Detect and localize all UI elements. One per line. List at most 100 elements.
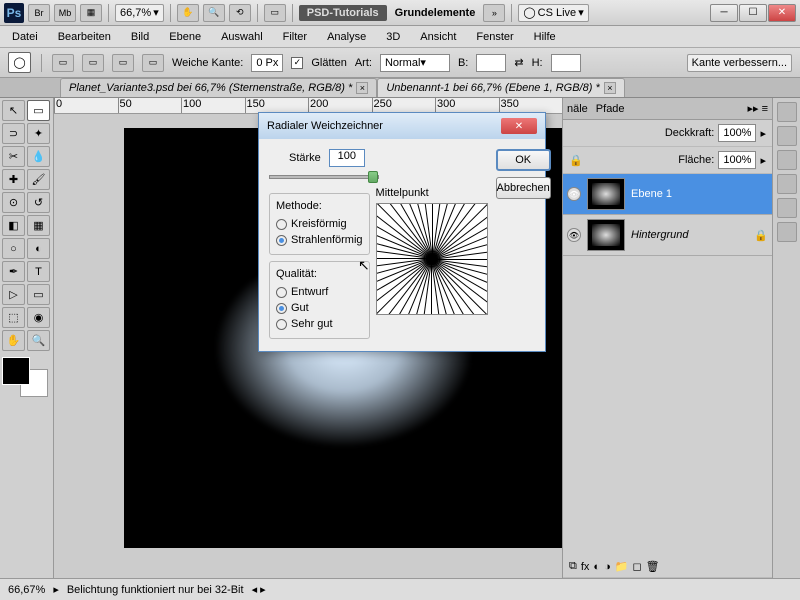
swap-icon[interactable]: ⇄ xyxy=(514,56,523,69)
pen-tool[interactable]: ✒ xyxy=(2,261,25,282)
cancel-button[interactable]: Abbrechen xyxy=(496,177,551,199)
psd-tutorials-tag[interactable]: PSD-Tutorials xyxy=(299,5,387,21)
zoom-button[interactable]: 🔍 xyxy=(203,4,225,22)
tool-preset[interactable]: ◯ xyxy=(8,52,31,73)
panel-menu-icon[interactable]: ▸▸ ≡ xyxy=(747,102,768,115)
maximize-button[interactable]: ☐ xyxy=(739,4,767,22)
color-swatches[interactable] xyxy=(2,357,48,397)
fill-input[interactable]: 100% xyxy=(718,151,756,169)
width-input[interactable] xyxy=(476,54,506,72)
zoom-dropdown[interactable]: 66,7%▾ xyxy=(115,4,164,22)
menu-fenster[interactable]: Fenster xyxy=(472,29,517,45)
menu-ebene[interactable]: Ebene xyxy=(165,29,205,45)
menu-bild[interactable]: Bild xyxy=(127,29,153,45)
eraser-tool[interactable]: ◧ xyxy=(2,215,25,236)
workspace-label[interactable]: Grundelemente xyxy=(391,5,480,21)
style-dropdown[interactable]: Normal ▾ xyxy=(380,54,450,72)
stamp-tool[interactable]: ⊙ xyxy=(2,192,25,213)
document-tab-1[interactable]: Planet_Variante3.psd bei 66,7% (Sternens… xyxy=(60,78,377,97)
radio-zoom[interactable]: Strahlenförmig xyxy=(276,232,363,248)
panel-icon[interactable] xyxy=(777,174,797,194)
hand-tool[interactable]: ✋ xyxy=(2,330,25,351)
healing-tool[interactable]: ✚ xyxy=(2,169,25,190)
dialog-titlebar[interactable]: Radialer Weichzeichner ✕ xyxy=(259,113,545,139)
panel-icon[interactable] xyxy=(777,222,797,242)
fx-icon[interactable]: fx xyxy=(581,561,590,573)
workspace-more[interactable]: » xyxy=(483,4,505,22)
panel-icon[interactable] xyxy=(777,198,797,218)
panel-icon[interactable] xyxy=(777,126,797,146)
tab-close-icon[interactable]: × xyxy=(356,82,368,94)
amount-slider[interactable] xyxy=(269,175,379,179)
tab-close-icon[interactable]: × xyxy=(604,82,616,94)
menu-filter[interactable]: Filter xyxy=(279,29,311,45)
marquee-sub[interactable]: ▭ xyxy=(112,54,134,72)
marquee-tool[interactable]: ▭ xyxy=(27,100,50,121)
close-button[interactable]: ✕ xyxy=(768,4,796,22)
panel-tab-paths[interactable]: Pfade xyxy=(596,103,625,115)
gradient-tool[interactable]: ▦ xyxy=(27,215,50,236)
menu-ansicht[interactable]: Ansicht xyxy=(416,29,460,45)
camera-tool[interactable]: ◉ xyxy=(27,307,50,328)
ok-button[interactable]: OK xyxy=(496,149,551,171)
menu-bearbeiten[interactable]: Bearbeiten xyxy=(54,29,115,45)
panel-tab-channels[interactable]: näle xyxy=(567,103,588,115)
menu-analyse[interactable]: Analyse xyxy=(323,29,370,45)
shape-tool[interactable]: ▭ xyxy=(27,284,50,305)
zoom-tool[interactable]: 🔍 xyxy=(27,330,50,351)
layer-row[interactable]: 👁 Hintergrund 🔒 xyxy=(563,215,772,256)
new-layer-icon[interactable]: ◻ xyxy=(632,560,641,573)
crop-tool[interactable]: ✂ xyxy=(2,146,25,167)
layer-name[interactable]: Hintergrund xyxy=(631,229,688,241)
history-brush-tool[interactable]: ↺ xyxy=(27,192,50,213)
menu-datei[interactable]: Datei xyxy=(8,29,42,45)
status-zoom[interactable]: 66,67% xyxy=(8,584,45,596)
dodge-tool[interactable]: ◐ xyxy=(27,238,50,259)
visibility-icon[interactable]: 👁 xyxy=(567,187,581,201)
menu-hilfe[interactable]: Hilfe xyxy=(530,29,560,45)
blur-tool[interactable]: ○ xyxy=(2,238,25,259)
antialias-checkbox[interactable]: ✓ xyxy=(291,57,303,69)
document-tab-2[interactable]: Unbenannt-1 bei 66,7% (Ebene 1, RGB/8) *… xyxy=(377,78,624,97)
hand-button[interactable]: ✋ xyxy=(177,4,199,22)
link-icon[interactable]: ⧉ xyxy=(569,560,577,573)
opacity-input[interactable]: 100% xyxy=(718,124,756,142)
marquee-rect[interactable]: ▭ xyxy=(52,54,74,72)
brush-tool[interactable]: 🖌 xyxy=(27,169,50,190)
panel-icon[interactable] xyxy=(777,102,797,122)
lock-icon[interactable]: 🔒 xyxy=(569,154,583,167)
dialog-close-button[interactable]: ✕ xyxy=(501,118,537,134)
3d-tool[interactable]: ⬚ xyxy=(2,307,25,328)
rotate-button[interactable]: ⟲ xyxy=(229,4,251,22)
type-tool[interactable]: T xyxy=(27,261,50,282)
mask-icon[interactable]: ◐ xyxy=(593,561,600,573)
cslive-button[interactable]: ◯ CS Live ▾ xyxy=(518,4,588,22)
marquee-int[interactable]: ▭ xyxy=(142,54,164,72)
move-tool[interactable]: ↖ xyxy=(2,100,25,121)
layer-row[interactable]: 👁 Ebene 1 xyxy=(563,174,772,215)
visibility-icon[interactable]: 👁 xyxy=(567,228,581,242)
lasso-tool[interactable]: ⊃ xyxy=(2,123,25,144)
screenmode-button[interactable]: ▭ xyxy=(264,4,286,22)
height-input[interactable] xyxy=(551,54,581,72)
path-tool[interactable]: ▷ xyxy=(2,284,25,305)
eyedropper-tool[interactable]: 💧 xyxy=(27,146,50,167)
layer-thumbnail[interactable] xyxy=(587,178,625,210)
radio-spin[interactable]: Kreisförmig xyxy=(276,216,363,232)
feather-input[interactable]: 0 Px xyxy=(251,54,283,72)
wand-tool[interactable]: ✦ xyxy=(27,123,50,144)
blur-center-preview[interactable] xyxy=(376,203,488,315)
fg-color[interactable] xyxy=(2,357,30,385)
radio-draft[interactable]: Entwurf xyxy=(276,284,363,300)
radio-best[interactable]: Sehr gut xyxy=(276,316,363,332)
minimize-button[interactable]: ─ xyxy=(710,4,738,22)
radio-good[interactable]: Gut xyxy=(276,300,363,316)
menu-3d[interactable]: 3D xyxy=(382,29,404,45)
menu-auswahl[interactable]: Auswahl xyxy=(217,29,267,45)
bridge-button[interactable]: Br xyxy=(28,4,50,22)
minibridge-button[interactable]: Mb xyxy=(54,4,76,22)
layer-name[interactable]: Ebene 1 xyxy=(631,188,672,200)
adjust-icon[interactable]: ◑ xyxy=(604,561,611,573)
marquee-add[interactable]: ▭ xyxy=(82,54,104,72)
trash-icon[interactable]: 🗑 xyxy=(646,560,660,573)
